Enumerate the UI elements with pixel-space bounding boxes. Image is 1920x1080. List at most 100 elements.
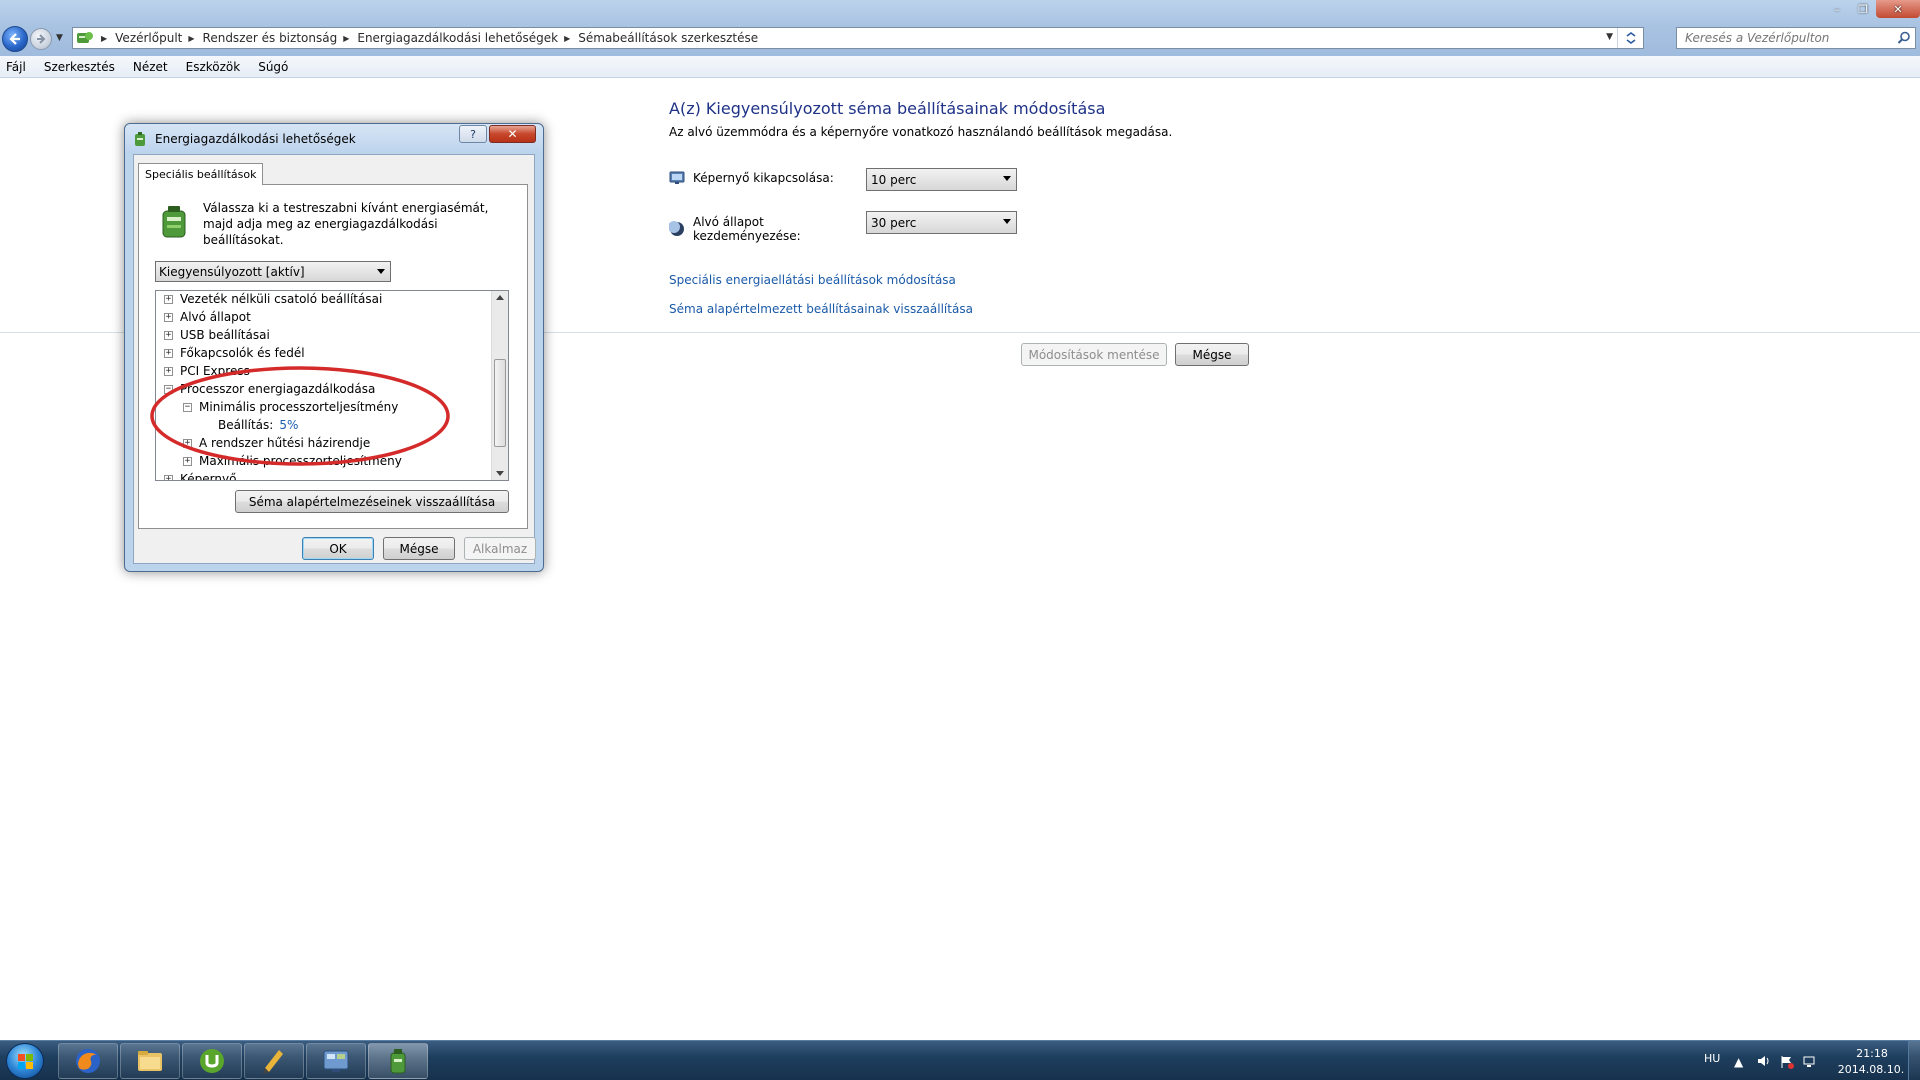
dialog-close-button[interactable]: ✕ <box>489 125 536 143</box>
chevron-right-icon[interactable]: ▶ <box>343 34 349 43</box>
settings-tree[interactable]: + Vezeték nélküli csatoló beállításai + … <box>155 290 509 481</box>
advanced-settings-link[interactable]: Speciális energiaellátási beállítások mó… <box>669 273 956 287</box>
tree-item-wireless[interactable]: + Vezeték nélküli csatoló beállításai <box>164 291 382 308</box>
tree-item-processor[interactable]: − Processzor energiagazdálkodása <box>164 380 375 398</box>
collapse-icon[interactable]: − <box>183 402 192 412</box>
min-processor-value[interactable]: 5% <box>279 418 298 432</box>
sleep-row: Alvó állapot kezdeményezése: <box>669 215 863 243</box>
tree-item-pci-express[interactable]: + PCI Express <box>164 362 250 380</box>
collapse-icon[interactable]: − <box>164 384 173 394</box>
tree-item-min-processor[interactable]: − Minimális processzorteljesítmény <box>183 398 398 416</box>
menu-file[interactable]: Fájl <box>6 60 26 74</box>
tree-item-label: Főkapcsolók és fedél <box>180 346 305 360</box>
media-player-icon <box>263 1050 283 1074</box>
breadcrumb-power-options[interactable]: Energiagazdálkodási lehetőségek <box>357 31 558 45</box>
chevron-right-icon[interactable]: ▶ <box>188 34 194 43</box>
breadcrumb-edit-plan[interactable]: Sémabeállítások szerkesztése <box>578 31 758 45</box>
recent-pages-dropdown[interactable]: ▼ <box>56 33 63 43</box>
tab-advanced-settings[interactable]: Speciális beállítások <box>138 163 264 185</box>
chevron-right-icon[interactable]: ▶ <box>564 34 570 43</box>
tree-item-min-processor-setting[interactable]: Beállítás: 5% <box>218 416 298 434</box>
expand-icon[interactable]: + <box>164 312 173 322</box>
language-indicator[interactable]: HU <box>1704 1052 1720 1065</box>
sleep-select[interactable]: 30 perc <box>866 211 1017 234</box>
maximize-button[interactable]: ❐ <box>1850 0 1876 18</box>
dialog-cancel-button[interactable]: Mégse <box>383 537 455 560</box>
taskbar: HU ▲ 21:18 2014.08.10. <box>0 1040 1920 1080</box>
tree-item-max-processor[interactable]: + Maximális processzorteljesítmény <box>183 452 402 470</box>
forward-button[interactable] <box>30 28 52 50</box>
window-close-button[interactable]: ✕ <box>1876 0 1920 18</box>
power-plan-value: Kiegyensúlyozott [aktív] <box>159 264 305 279</box>
cancel-button[interactable]: Mégse <box>1175 343 1249 366</box>
expand-icon[interactable]: + <box>164 366 173 376</box>
menu-help[interactable]: Súgó <box>258 60 288 74</box>
taskbar-utorrent[interactable] <box>182 1043 242 1079</box>
menu-tools[interactable]: Eszközök <box>186 60 241 74</box>
refresh-button[interactable] <box>1617 28 1643 48</box>
back-button[interactable] <box>2 26 28 52</box>
menu-view[interactable]: Nézet <box>133 60 168 74</box>
minimize-button[interactable]: – <box>1824 0 1850 18</box>
sleep-label: Alvó állapot kezdeményezése: <box>693 215 801 243</box>
tree-item-usb[interactable]: + USB beállításai <box>164 326 270 344</box>
expand-icon[interactable]: + <box>183 456 192 466</box>
battery-icon <box>162 206 186 238</box>
clock-time[interactable]: 21:18 <box>1850 1047 1894 1060</box>
expand-icon[interactable]: + <box>164 474 173 480</box>
tree-item-display[interactable]: + Képernyő <box>164 470 237 481</box>
network-icon[interactable] <box>1803 1055 1817 1072</box>
control-panel-icon <box>75 29 95 47</box>
dialog-title: Energiagazdálkodási lehetőségek <box>155 132 356 146</box>
restore-plan-defaults-button[interactable]: Séma alapértelmezéseinek visszaállítása <box>235 490 509 513</box>
tree-item-label: Processzor energiagazdálkodása <box>180 382 376 396</box>
show-desktop-button[interactable] <box>1908 1041 1920 1080</box>
power-plan-select[interactable]: Kiegyensúlyozott [aktív] <box>155 261 391 282</box>
breadcrumb-system-security[interactable]: Rendszer és biztonság <box>203 31 338 45</box>
scroll-up-icon[interactable] <box>496 295 504 300</box>
tree-item-label: PCI Express <box>180 364 250 378</box>
search-input[interactable] <box>1685 31 1885 45</box>
address-bar[interactable]: ▶ Vezérlőpult ▶ Rendszer és biztonság ▶ … <box>72 27 1644 49</box>
chevron-down-icon <box>1003 219 1011 224</box>
expand-icon[interactable]: + <box>164 348 173 358</box>
save-changes-button[interactable]: Módosítások mentése <box>1021 343 1167 366</box>
tree-item-label: Képernyő <box>180 472 237 481</box>
arrow-right-icon <box>37 34 46 44</box>
tree-scrollbar[interactable] <box>491 291 508 480</box>
speaker-icon[interactable] <box>1757 1055 1771 1070</box>
search-icon[interactable] <box>1897 31 1911 45</box>
tree-item-sleep[interactable]: + Alvó állapot <box>164 308 251 326</box>
help-button[interactable]: ? <box>459 125 487 143</box>
taskbar-power-options[interactable] <box>368 1043 428 1079</box>
expand-icon[interactable]: + <box>164 330 173 340</box>
sleep-value: 30 perc <box>871 215 917 230</box>
search-box[interactable] <box>1676 27 1916 49</box>
breadcrumb-control-panel[interactable]: Vezérlőpult <box>115 31 182 45</box>
tree-item-label: Alvó állapot <box>180 310 251 324</box>
folder-icon <box>138 1051 162 1071</box>
tree-item-cooling-policy[interactable]: + A rendszer hűtési házirendje <box>183 434 370 452</box>
restore-defaults-link[interactable]: Séma alapértelmezett beállításainak viss… <box>669 302 973 316</box>
tree-item-power-buttons[interactable]: + Főkapcsolók és fedél <box>164 344 305 362</box>
display-off-select[interactable]: 10 perc <box>866 168 1017 191</box>
taskbar-media-player[interactable] <box>244 1043 304 1079</box>
taskbar-explorer[interactable] <box>120 1043 180 1079</box>
menu-edit[interactable]: Szerkesztés <box>44 60 115 74</box>
action-center-flag-icon[interactable] <box>1780 1055 1794 1072</box>
expand-icon[interactable]: + <box>183 438 192 448</box>
expand-icon[interactable]: + <box>164 294 173 304</box>
apply-button[interactable]: Alkalmaz <box>464 537 536 560</box>
show-hidden-icons-icon[interactable]: ▲ <box>1734 1055 1743 1069</box>
taskbar-firefox[interactable] <box>58 1043 118 1079</box>
ok-button[interactable]: OK <box>302 537 374 560</box>
monitor-icon <box>669 171 685 184</box>
clock-date[interactable]: 2014.08.10. <box>1836 1063 1906 1076</box>
taskbar-control-panel[interactable] <box>306 1043 366 1079</box>
dialog-titlebar[interactable]: Energiagazdálkodási lehetőségek ? ✕ <box>125 124 543 152</box>
address-history-dropdown[interactable]: ▼ <box>1606 32 1613 42</box>
scroll-thumb[interactable] <box>494 359 506 447</box>
scroll-down-icon[interactable] <box>496 471 504 476</box>
display-off-row: Képernyő kikapcsolása: <box>669 170 863 186</box>
start-button[interactable] <box>6 1043 44 1079</box>
